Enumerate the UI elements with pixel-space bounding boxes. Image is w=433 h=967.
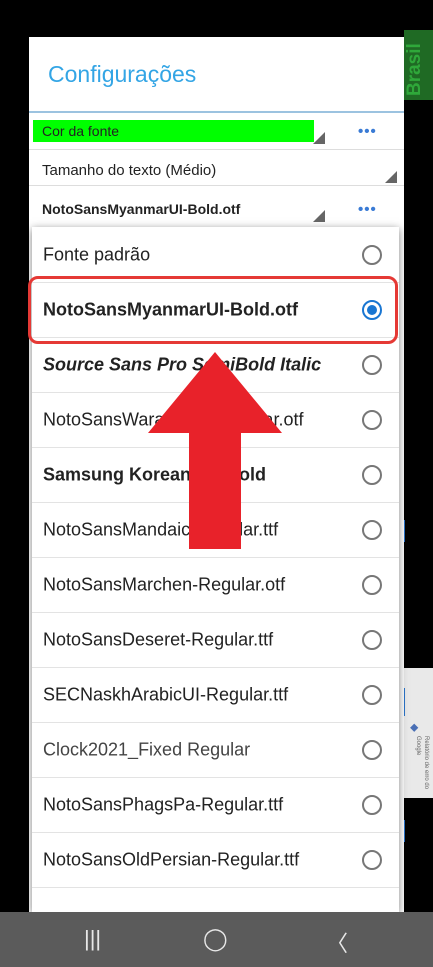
- map-pin-icon: ⬥: [410, 720, 419, 734]
- radio-button[interactable]: [362, 684, 382, 705]
- row-divider: [29, 149, 404, 150]
- font-color-dropdown-arrow: [313, 132, 325, 144]
- radio-button[interactable]: [362, 574, 382, 595]
- font-option[interactable]: NotoSansMarchen-Regular.otf: [32, 557, 399, 613]
- radio-button[interactable]: [362, 794, 382, 815]
- font-more-button[interactable]: •••: [358, 201, 377, 218]
- back-icon[interactable]: 〈: [326, 926, 348, 958]
- font-option[interactable]: Fonte padrão: [32, 227, 399, 283]
- settings-title: Configurações: [48, 61, 197, 87]
- font-option-label: NotoSansOldPersian-Regular.ttf: [43, 849, 300, 869]
- font-option-label: NotoSansMarchen-Regular.otf: [43, 574, 286, 594]
- home-icon[interactable]: ◯: [203, 926, 228, 952]
- font-option[interactable]: NotoSansDeseret-Regular.ttf: [32, 612, 399, 668]
- radio-button[interactable]: [362, 409, 382, 430]
- radio-button[interactable]: [362, 519, 382, 540]
- radio-button[interactable]: [362, 629, 382, 650]
- font-option-label: Fonte padrão: [43, 244, 151, 264]
- font-option-label: NotoSansDeseret-Regular.ttf: [43, 629, 274, 649]
- text-size-spinner[interactable]: Tamanho do texto (Médio): [42, 162, 216, 179]
- font-option[interactable]: NotoSansPhagsPa-Regular.ttf: [32, 777, 399, 833]
- text-size-dropdown-arrow: [385, 171, 397, 183]
- title-divider: [29, 111, 404, 113]
- font-option[interactable]: SECNaskhArabicUI-Regular.ttf: [32, 667, 399, 723]
- recents-icon[interactable]: |||: [84, 926, 101, 952]
- radio-button[interactable]: [362, 354, 382, 375]
- row-divider: [29, 185, 404, 186]
- up-arrow-annotation: [148, 352, 282, 549]
- up-arrow-shape: [148, 352, 282, 549]
- radio-button[interactable]: [362, 244, 382, 265]
- font-option-label: SECNaskhArabicUI-Regular.ttf: [43, 684, 289, 704]
- font-color-label: Cor da fonte: [42, 123, 120, 139]
- font-spinner[interactable]: NotoSansMyanmarUI-Bold.otf: [42, 201, 240, 217]
- font-option-label: NotoSansPhagsPa-Regular.ttf: [43, 794, 284, 814]
- font-option-label: Clock2021_Fixed Regular: [43, 739, 251, 759]
- font-option[interactable]: Clock2021_Fixed Regular: [32, 722, 399, 778]
- font-color-spinner[interactable]: Cor da fonte: [33, 120, 314, 142]
- background-side-label: Brasil: [404, 43, 425, 97]
- radio-button[interactable]: [362, 849, 382, 870]
- map-attribution: Relatório de erro do Google: [415, 736, 429, 790]
- selection-highlight-box: [28, 276, 398, 344]
- font-color-more-button[interactable]: •••: [358, 123, 377, 140]
- font-option[interactable]: NotoSansOldPersian-Regular.ttf: [32, 832, 399, 888]
- navigation-bar: ||| ◯ 〈: [0, 912, 433, 967]
- radio-button[interactable]: [362, 739, 382, 760]
- radio-button[interactable]: [362, 464, 382, 485]
- font-dropdown-arrow: [313, 210, 325, 222]
